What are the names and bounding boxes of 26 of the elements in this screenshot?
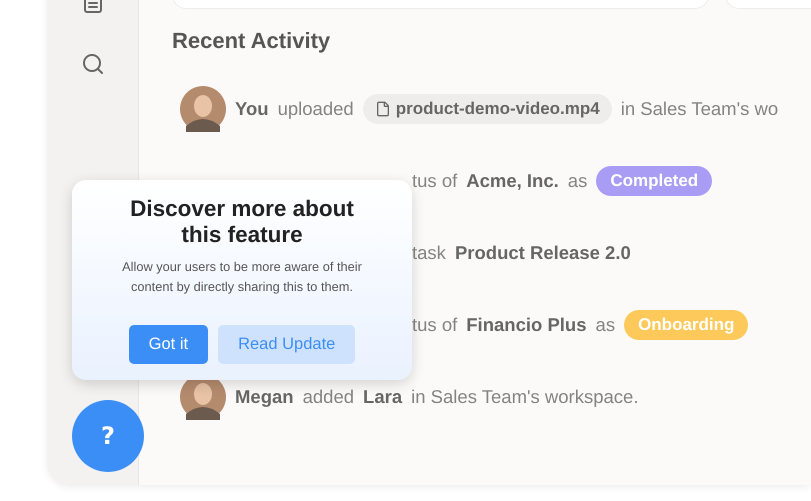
activity-text: tus of: [412, 170, 458, 192]
section-title: Recent Activity: [172, 28, 332, 54]
entity-name: Product Release 2.0: [454, 242, 631, 264]
activity-text: task: [412, 242, 446, 264]
entity-name: You: [235, 98, 269, 120]
popup-title: Discover more about this feature: [129, 196, 355, 248]
activity-text: uploaded: [278, 98, 354, 120]
file-chip[interactable]: product-demo-video.mp4: [362, 94, 612, 124]
got-it-button[interactable]: Got it: [128, 325, 208, 364]
activity-text: in Sales Team's workspace.: [411, 386, 638, 408]
entity-name: Lara: [363, 386, 402, 408]
status-badge: Onboarding: [624, 310, 748, 340]
avatar: [180, 86, 226, 132]
activity-text: added: [302, 386, 354, 408]
entity-name: Megan: [235, 386, 294, 408]
search-icon[interactable]: [80, 52, 104, 76]
read-update-button[interactable]: Read Update: [218, 325, 356, 364]
entity-name: Acme, Inc.: [466, 170, 559, 192]
file-icon: [374, 101, 391, 117]
activity-text: in Sales Team's wo: [620, 98, 778, 120]
activity-text: as: [596, 314, 616, 336]
activity-text: tus of: [412, 314, 458, 336]
status-badge: Completed: [596, 166, 712, 196]
popup-text: Allow your users to be more aware of their content by directly sharing this to them.: [121, 258, 363, 296]
entity-name: Financio Plus: [466, 314, 587, 336]
activity-text: as: [568, 170, 588, 192]
